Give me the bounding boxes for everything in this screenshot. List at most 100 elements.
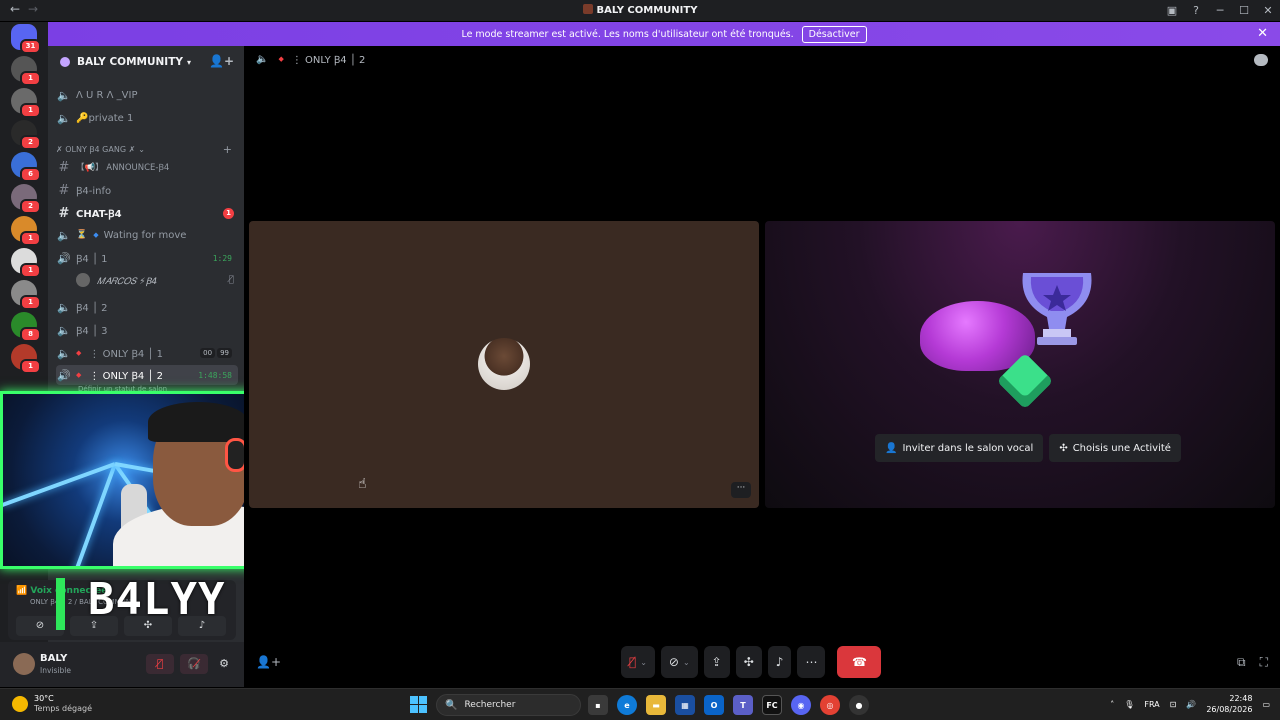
activities-button[interactable]: ✣ [735, 646, 762, 678]
more-options-button[interactable]: ··· [731, 482, 751, 498]
channel-label: Ꞵ4 │ 1 [76, 254, 108, 265]
mic-muted-toggle[interactable]: 🎙̸ ⌄ [621, 646, 655, 678]
voice-channel[interactable]: 🔈 🔑private 1 [56, 108, 238, 128]
minimize-button[interactable]: ─ [1208, 4, 1232, 17]
more-options-button[interactable]: ⋯ [797, 646, 826, 678]
server-item[interactable]: 1 [11, 56, 41, 86]
discord-icon[interactable]: ◉ [791, 695, 811, 715]
server-item[interactable]: 6 [11, 152, 41, 182]
mic-muted-button[interactable]: 🎙̸ [146, 654, 174, 674]
server-name: BALY COMMUNITY [77, 56, 183, 68]
call-controls: 🎙̸ ⌄ ⊘ ⌄ ⇪ ✣ ♪ ⋯ ☎ [621, 646, 882, 678]
voice-channel[interactable]: 🔊 Ꞵ4 │ 1 1:29 [56, 248, 238, 268]
weather-widget[interactable]: 30°C Temps dégagé [12, 694, 92, 714]
voice-member[interactable]: 𝑀𝐴𝑅𝐶𝑂𝑆 ⚡Ꞵ4 🎙̸ [76, 270, 238, 290]
invite-to-voice-button[interactable]: 👤 Inviter dans le salon vocal [875, 434, 1044, 462]
notification-badge: 2 [20, 199, 41, 214]
activity-tile: 👤 Inviter dans le salon vocal ✣ Choisis un… [765, 221, 1275, 508]
server-item[interactable]: 1 [11, 344, 41, 374]
user-controls: 🎙̸ 🎧̸ ⚙ [146, 654, 234, 674]
server-item[interactable]: 8 [11, 312, 41, 342]
diamond-icon: ◆ [93, 231, 99, 239]
choose-activity-button[interactable]: ✣ Choisis une Activité [1049, 434, 1181, 462]
help-icon[interactable]: ? [1184, 4, 1208, 17]
chevron-up-icon[interactable]: ˄ [1110, 700, 1114, 709]
text-channel[interactable]: # Ꞵ4-info [56, 180, 238, 200]
participant-avatar [478, 338, 530, 390]
file-explorer-icon[interactable]: ▬ [646, 695, 666, 715]
close-banner-icon[interactable]: ✕ [1257, 26, 1268, 41]
channel-label: Ꞵ4 │ 2 [76, 303, 108, 314]
server-item[interactable]: 1 [11, 216, 41, 246]
app-icon[interactable]: ● [849, 695, 869, 715]
title-bar: ← → BALY COMMUNITY ▣ ? ─ ☐ ✕ [0, 0, 1280, 21]
speaker-icon: 🔈 [57, 323, 71, 337]
camera-toggle[interactable]: ⊘ ⌄ [660, 646, 698, 678]
disconnect-button[interactable]: ☎ [837, 646, 882, 678]
chat-bubble-icon[interactable] [1254, 54, 1268, 66]
speaker-icon: 🔈 [57, 111, 71, 125]
popout-icon[interactable]: ⧉ [1237, 655, 1246, 670]
speaker-icon: 🔊 [57, 368, 71, 382]
volume-icon[interactable]: 🔊 [1186, 700, 1196, 709]
server-header[interactable]: BALY COMMUNITY ▾ 👤+ [48, 46, 244, 78]
speaker-icon: 🔈 [57, 346, 71, 360]
server-item[interactable]: 1 [11, 248, 41, 278]
close-window-button[interactable]: ✕ [1256, 4, 1280, 17]
taskbar-search[interactable]: 🔍 Rechercher [436, 694, 581, 716]
teams-icon[interactable]: T [733, 695, 753, 715]
voice-channel-active[interactable]: 🔊 ◆ ⋮ ONLY Ꞵ4 │ 2 1:48:58 [56, 365, 238, 385]
outlook-icon[interactable]: O [704, 695, 724, 715]
chevron-down-icon[interactable]: ⌄ [640, 658, 647, 667]
speaker-icon: 🔊 [57, 251, 71, 265]
microphone-icon[interactable]: 🎙 [1124, 700, 1134, 709]
notification-badge: 1 [20, 295, 41, 310]
home-button[interactable]: 31 [11, 24, 41, 54]
voice-channel[interactable]: 🔈 Ꞵ4 │ 2 [56, 297, 238, 317]
fullscreen-icon[interactable]: ⛶ [1260, 655, 1268, 670]
language-indicator[interactable]: FRA [1144, 700, 1159, 709]
activity-label: Choisis une Activité [1072, 442, 1171, 454]
add-channel-icon[interactable]: + [223, 143, 232, 156]
maximize-button[interactable]: ☐ [1232, 4, 1256, 17]
chevron-down-icon[interactable]: ⌄ [683, 658, 690, 667]
notification-badge: 1 [20, 103, 41, 118]
text-channel[interactable]: # CHAT-Ꞵ4 1 [56, 203, 238, 223]
server-item[interactable]: 1 [11, 280, 41, 310]
activity-actions: 👤 Inviter dans le salon vocal ✣ Choisis un… [875, 434, 1181, 462]
start-button[interactable] [410, 696, 427, 713]
avatar[interactable] [13, 653, 35, 675]
category-header[interactable]: ✗ OLNY Ꞵ4 GANG ✗ ⌄ + [56, 141, 238, 157]
server-item[interactable]: 2 [11, 120, 41, 150]
chrome-icon[interactable]: ◎ [820, 695, 840, 715]
gear-icon[interactable]: ⚙ [214, 654, 234, 674]
text-channel[interactable]: # 【📢】 ANNOUNCE-Ꞵ4 [56, 157, 238, 177]
notification-badge: 2 [20, 135, 41, 150]
edge-icon[interactable]: e [617, 695, 637, 715]
voice-timer: 1:48:58 [198, 370, 232, 380]
soundboard-button[interactable]: ♪ [767, 646, 792, 678]
voice-channel[interactable]: 🔈 ⏳ ◆ Wating for move [56, 225, 238, 245]
clock[interactable]: 22:48 26/08/2026 [1206, 693, 1252, 715]
disable-streamer-button[interactable]: Désactiver [801, 25, 867, 43]
fc-app-icon[interactable]: FC [762, 695, 782, 715]
store-icon[interactable]: ▦ [675, 695, 695, 715]
network-icon[interactable]: ⊡ [1170, 700, 1177, 709]
inbox-icon[interactable]: ▣ [1160, 4, 1184, 17]
channel-label: 【📢】 ANNOUNCE-Ꞵ4 [76, 163, 170, 173]
add-user-icon[interactable]: 👤+ [256, 655, 281, 669]
streamer-mode-banner: Le mode streamer est activé. Les noms d'… [48, 22, 1280, 46]
notifications-icon[interactable]: ▭ [1262, 700, 1270, 709]
voice-channel[interactable]: 🔈 Λ U R Λ _VIP [56, 85, 238, 105]
deafened-button[interactable]: 🎧̸ [180, 654, 208, 674]
screen-share-button[interactable]: ⇪ [703, 646, 730, 678]
channel-label: CHAT-Ꞵ4 [76, 209, 122, 220]
voice-channel[interactable]: 🔈 Ꞵ4 │ 3 [56, 320, 238, 340]
participant-tile[interactable]: ··· [249, 221, 759, 508]
server-item[interactable]: 2 [11, 184, 41, 214]
server-item[interactable]: 1 [11, 88, 41, 118]
invite-people-icon[interactable]: 👤+ [209, 54, 234, 68]
streamer-cap [148, 402, 248, 442]
task-view-icon[interactable]: ▪ [588, 695, 608, 715]
voice-channel[interactable]: 🔈 ◆ ⋮ ONLY Ꞵ4 │ 1 00 99 [56, 343, 238, 363]
